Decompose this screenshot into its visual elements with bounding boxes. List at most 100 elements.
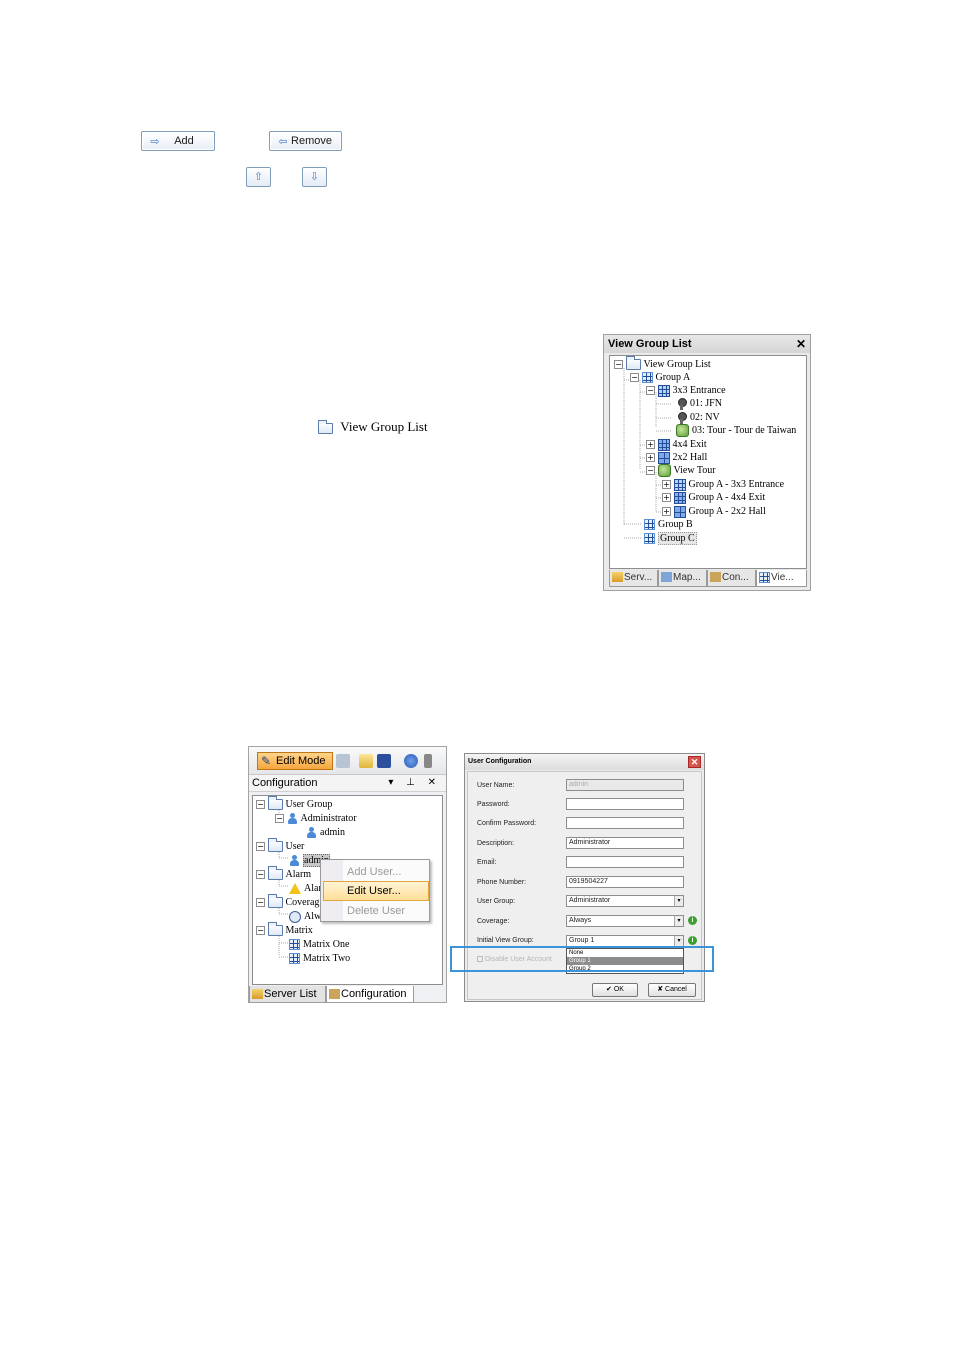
clock-icon	[289, 910, 301, 923]
label-confirm-password: Confirm Password:	[477, 820, 537, 827]
view-group-list-inline: View Group List	[318, 419, 428, 435]
edit-mode-button[interactable]: Edit Mode	[257, 752, 333, 770]
help-icon[interactable]	[404, 754, 418, 768]
tree-row-coverage[interactable]: − Coverag	[256, 894, 319, 909]
grid-icon	[673, 491, 686, 504]
tab-server[interactable]: Serv...	[609, 570, 658, 587]
tree-row-user[interactable]: − User	[256, 838, 304, 853]
grid-icon	[641, 372, 653, 384]
tree-row-coverage-child[interactable]: Alw	[289, 910, 321, 923]
close-icon[interactable]: ✕	[688, 756, 701, 768]
user-group-select[interactable]: Administrator ▾	[566, 895, 684, 907]
menu-add-user[interactable]: Add User...	[347, 863, 401, 881]
overflow-icon[interactable]	[424, 754, 432, 768]
folder-icon	[318, 419, 333, 434]
tree-row-matrix-two[interactable]: Matrix Two	[289, 952, 350, 965]
dialog-caption: User Configuration ✕	[465, 754, 704, 770]
tab-map[interactable]: Map...	[658, 570, 707, 587]
close-icon[interactable]: ✕	[796, 335, 806, 353]
server-icon	[252, 989, 263, 1000]
description-field[interactable]: Administrator	[566, 837, 684, 849]
panel-controls[interactable]: ▾ ⊥ ✕	[388, 775, 441, 791]
label-password: Password:	[477, 801, 510, 808]
tree-row-matrix[interactable]: − Matrix	[256, 922, 313, 937]
user-group-icon	[287, 812, 298, 825]
tree-row-user-group[interactable]: − User Group	[256, 796, 332, 811]
label-coverage: Coverage:	[477, 918, 510, 925]
tree-row-3x3-entrance[interactable]: − 3x3 Entrance	[646, 384, 726, 397]
tree-row-tour-3[interactable]: + Group A - 2x2 Hall	[662, 505, 766, 518]
panel-header: View Group List ✕	[604, 335, 810, 353]
add-button[interactable]: ⇨ Add	[141, 131, 215, 151]
tree-row-2x2-hall[interactable]: + 2x2 Hall	[646, 451, 707, 464]
grid-icon	[289, 953, 300, 965]
phone-field[interactable]: 0919504227	[566, 876, 684, 888]
config-icon	[329, 989, 340, 1000]
down-arrow-icon: ⇩	[309, 171, 320, 183]
tree-row-camera-2[interactable]: 02: NV	[676, 411, 720, 424]
inline-label-text: View Group List	[340, 419, 428, 434]
panel-tabs: Server List Configuration	[249, 986, 446, 1003]
chevron-down-icon: ▾	[674, 936, 683, 946]
ok-button[interactable]: ✔ OK	[592, 983, 638, 997]
tree-row-tour-1[interactable]: + Group A - 3x3 Entrance	[662, 478, 784, 491]
dialog-title: User Configuration	[468, 758, 532, 765]
tab-config[interactable]: Con...	[707, 570, 756, 587]
highlight-frame	[450, 946, 714, 972]
tree-row-administrator[interactable]: − Administrator	[275, 812, 357, 825]
tree-row-4x4-exit[interactable]: + 4x4 Exit	[646, 438, 707, 451]
context-menu: Add User... Edit User... Delete User	[320, 859, 430, 922]
tree-row-alarm-child[interactable]: Alar	[289, 882, 322, 895]
config-icon	[710, 572, 721, 583]
tree-row-matrix-one[interactable]: Matrix One	[289, 938, 349, 951]
map-icon	[661, 572, 672, 583]
panel-title: View Group List	[608, 338, 692, 350]
remove-button[interactable]: ⇦ Remove	[269, 131, 342, 151]
forward-icon[interactable]	[336, 754, 350, 768]
tab-configuration[interactable]: Configuration	[326, 986, 414, 1003]
user-name-field[interactable]: admin	[566, 779, 684, 791]
panel-tabs: Serv... Map... Con... Vie...	[609, 570, 807, 588]
grid-icon	[759, 571, 770, 583]
toolbar: Edit Mode	[249, 747, 446, 775]
tree-row-alarm[interactable]: − Alarm	[256, 866, 311, 881]
label-initial-view-group: Initial View Group:	[477, 937, 534, 944]
grid-icon	[673, 478, 686, 491]
tree-row-camera-1[interactable]: 01: JFN	[676, 397, 722, 410]
tree-row-view-tour[interactable]: − View Tour	[646, 464, 716, 478]
tree-row-group-a[interactable]: − Group A	[630, 371, 690, 384]
warning-icon	[289, 883, 301, 895]
tree-row-camera-3[interactable]: 03: Tour - Tour de Taiwan	[676, 424, 796, 438]
email-field[interactable]	[566, 856, 684, 868]
coverage-select[interactable]: Always ▾	[566, 915, 684, 927]
info-icon[interactable]: i	[688, 936, 697, 945]
info-icon[interactable]: i	[688, 916, 697, 925]
password-field[interactable]	[566, 798, 684, 810]
tree-row-tour-2[interactable]: + Group A - 4x4 Exit	[662, 491, 765, 504]
tree-row-root[interactable]: − View Group List	[614, 356, 711, 371]
tour-icon	[657, 464, 671, 478]
menu-delete-user[interactable]: Delete User	[347, 902, 405, 920]
camera-icon	[676, 397, 687, 410]
save-icon[interactable]	[377, 754, 391, 768]
up-arrow-icon: ⇧	[253, 171, 264, 183]
tab-server-list[interactable]: Server List	[249, 986, 326, 1003]
user-icon	[289, 854, 300, 867]
grid-icon	[657, 451, 670, 464]
move-down-button[interactable]: ⇩	[302, 167, 327, 187]
tree-row-admin[interactable]: admin	[306, 826, 345, 839]
menu-edit-user[interactable]: Edit User...	[347, 882, 401, 900]
open-folder-icon[interactable]	[359, 754, 373, 768]
view-group-tree: − View Group List − Group A − 3x3 Entran…	[609, 355, 807, 569]
tree-row-group-b[interactable]: Group B	[644, 518, 693, 531]
chevron-down-icon: ▾	[674, 916, 683, 926]
confirm-password-field[interactable]	[566, 817, 684, 829]
grid-icon	[657, 384, 670, 397]
cancel-button[interactable]: ✘ Cancel	[648, 983, 696, 997]
move-up-button[interactable]: ⇧	[246, 167, 271, 187]
tab-view[interactable]: Vie...	[756, 570, 807, 587]
grid-icon	[644, 519, 655, 531]
server-icon	[612, 572, 623, 583]
label-user-group: User Group:	[477, 898, 516, 905]
tree-row-group-c[interactable]: Group C	[644, 532, 697, 545]
